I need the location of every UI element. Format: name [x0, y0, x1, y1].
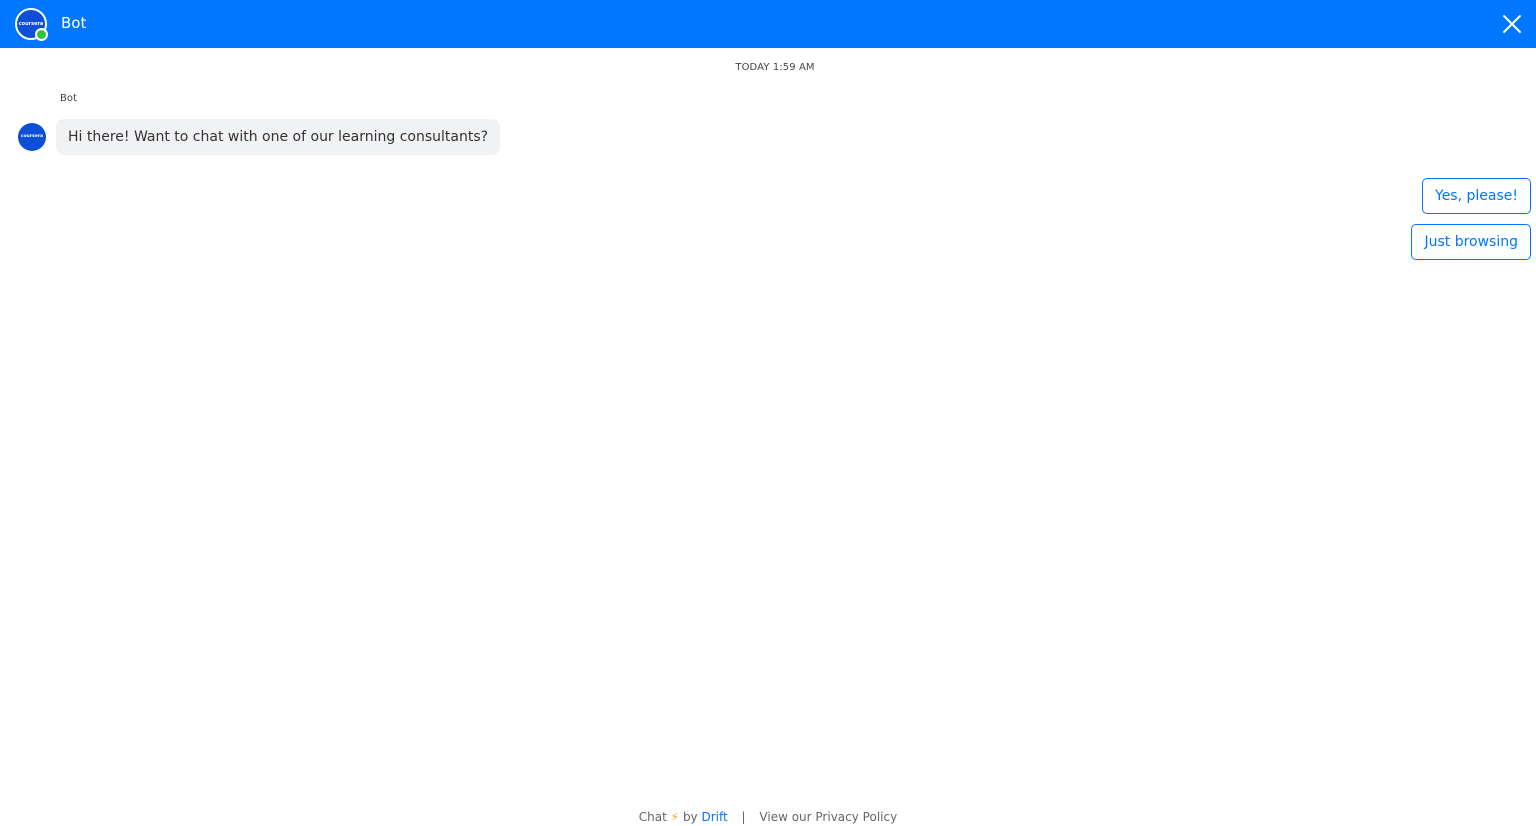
- footer-separator: |: [741, 810, 746, 824]
- online-status-indicator: [35, 28, 48, 41]
- chat-label: Chat: [638, 810, 667, 824]
- coursera-logo: coursera: [18, 20, 44, 27]
- just-browsing-button[interactable]: Just browsing: [1411, 224, 1531, 260]
- lightning-bolt-icon: ⚡: [670, 810, 680, 824]
- drift-link[interactable]: Drift: [701, 810, 727, 824]
- privacy-policy-link[interactable]: View our Privacy Policy: [759, 810, 897, 824]
- bot-avatar: coursera: [18, 123, 46, 151]
- footer: Chat ⚡ by Drift | View our Privacy Polic…: [0, 808, 1536, 826]
- coursera-logo: coursera: [20, 133, 44, 139]
- close-button[interactable]: [1499, 11, 1525, 37]
- sender-name: Bot: [60, 93, 77, 104]
- chat-header: coursera Bot: [0, 0, 1536, 48]
- bot-message-bubble: Hi there! Want to chat with one of our l…: [56, 119, 501, 155]
- message-timestamp: TODAY 1:59 AM: [735, 62, 815, 73]
- close-icon: [1503, 15, 1521, 33]
- yes-please-button[interactable]: Yes, please!: [1422, 178, 1531, 214]
- by-label: by: [682, 810, 698, 824]
- header-title: Bot: [61, 14, 87, 32]
